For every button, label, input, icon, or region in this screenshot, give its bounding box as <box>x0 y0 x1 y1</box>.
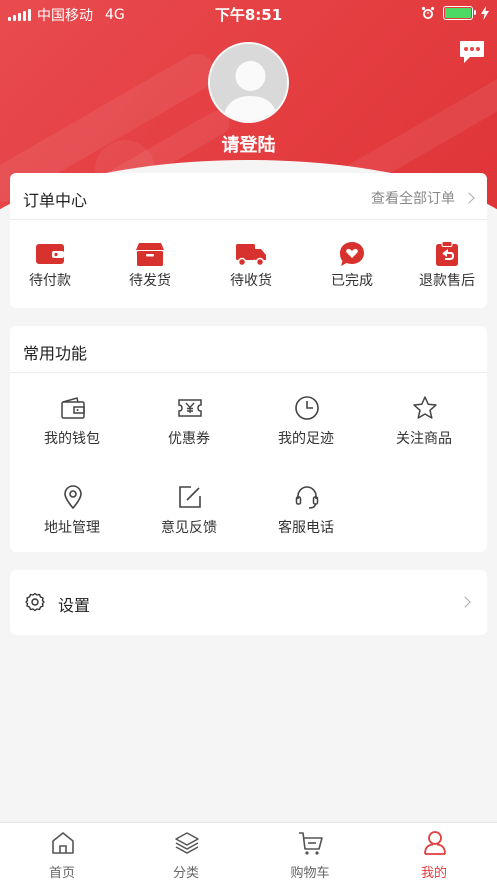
func-customer-service[interactable]: 客服电话 <box>251 484 361 554</box>
func-item-label: 关注商品 <box>396 431 452 447</box>
home-icon <box>52 832 74 854</box>
order-item-label: 待发货 <box>129 273 171 289</box>
chevron-right-icon <box>459 596 471 608</box>
order-completed[interactable]: 已完成 <box>312 220 392 308</box>
order-item-label: 待收货 <box>230 273 272 289</box>
location-icon <box>64 485 82 510</box>
func-item-label: 我的钱包 <box>44 431 100 447</box>
clock-icon <box>295 396 319 420</box>
order-pending-shipment[interactable]: 待发货 <box>110 220 190 308</box>
cart-icon <box>299 832 323 855</box>
common-functions-title: 常用功能 <box>23 344 88 363</box>
wallet-icon <box>61 397 85 419</box>
func-item-label: 地址管理 <box>44 520 100 536</box>
layers-icon <box>175 832 199 854</box>
chevron-right-icon <box>463 192 475 204</box>
view-all-orders-link[interactable]: 查看全部订单 <box>371 188 475 208</box>
func-feedback[interactable]: 意见反馈 <box>134 484 244 554</box>
login-link[interactable]: 请登陆 <box>0 131 497 157</box>
view-all-orders-label: 查看全部订单 <box>371 191 455 207</box>
func-item-label: 优惠券 <box>168 431 210 447</box>
func-address-management[interactable]: 地址管理 <box>17 484 127 554</box>
tab-cart[interactable]: 购物车 <box>248 823 372 883</box>
avatar[interactable] <box>208 42 289 123</box>
func-item-label: 我的足迹 <box>278 431 334 447</box>
headset-icon <box>295 486 319 509</box>
settings-row[interactable]: 设置 <box>10 570 487 635</box>
tab-mine[interactable]: 我的 <box>372 823 496 883</box>
heart-icon <box>340 242 364 266</box>
wallet-icon <box>36 244 64 264</box>
gear-icon <box>25 592 45 612</box>
tab-label: 首页 <box>48 866 75 881</box>
status-bar: 中国移动 4G 下午8:51 <box>0 0 497 28</box>
func-followed-products[interactable]: 关注商品 <box>369 395 479 465</box>
tab-label: 我的 <box>420 866 447 881</box>
order-center-card: 订单中心 查看全部订单 待付款 待发货 待收货 已完成 退款售后 <box>10 173 487 308</box>
charging-icon <box>481 6 489 20</box>
star-icon <box>413 396 437 419</box>
box-icon <box>136 243 164 266</box>
func-my-wallet[interactable]: 我的钱包 <box>17 395 127 465</box>
tab-label: 购物车 <box>290 866 330 881</box>
battery-icon <box>443 6 476 20</box>
common-functions-card: 常用功能 我的钱包 优惠券 我的足迹 关注商品 地址管理 意见反馈 客服电话 <box>10 326 487 552</box>
edit-icon <box>179 486 201 508</box>
order-refund-aftersale[interactable]: 退款售后 <box>407 220 487 308</box>
chat-bubble-icon[interactable] <box>458 38 486 66</box>
truck-icon <box>236 244 266 267</box>
user-icon <box>424 831 446 855</box>
order-item-label: 已完成 <box>331 273 373 289</box>
func-my-footprint[interactable]: 我的足迹 <box>251 395 361 465</box>
bottom-tab-bar: 首页 分类 购物车 我的 <box>0 822 497 883</box>
order-item-label: 退款售后 <box>419 273 475 289</box>
tab-label: 分类 <box>172 866 199 881</box>
coupon-icon <box>178 399 202 417</box>
order-item-label: 待付款 <box>29 273 71 289</box>
tab-home[interactable]: 首页 <box>0 823 124 883</box>
order-center-title: 订单中心 <box>23 191 88 210</box>
refund-icon <box>436 241 458 266</box>
func-coupons[interactable]: 优惠券 <box>134 395 244 465</box>
func-item-label: 意见反馈 <box>161 520 217 536</box>
alarm-icon <box>421 6 435 19</box>
order-pending-receipt[interactable]: 待收货 <box>211 220 291 308</box>
func-item-label: 客服电话 <box>278 520 334 536</box>
settings-label: 设置 <box>58 596 91 615</box>
order-pending-payment[interactable]: 待付款 <box>10 220 90 308</box>
tab-category[interactable]: 分类 <box>124 823 248 883</box>
